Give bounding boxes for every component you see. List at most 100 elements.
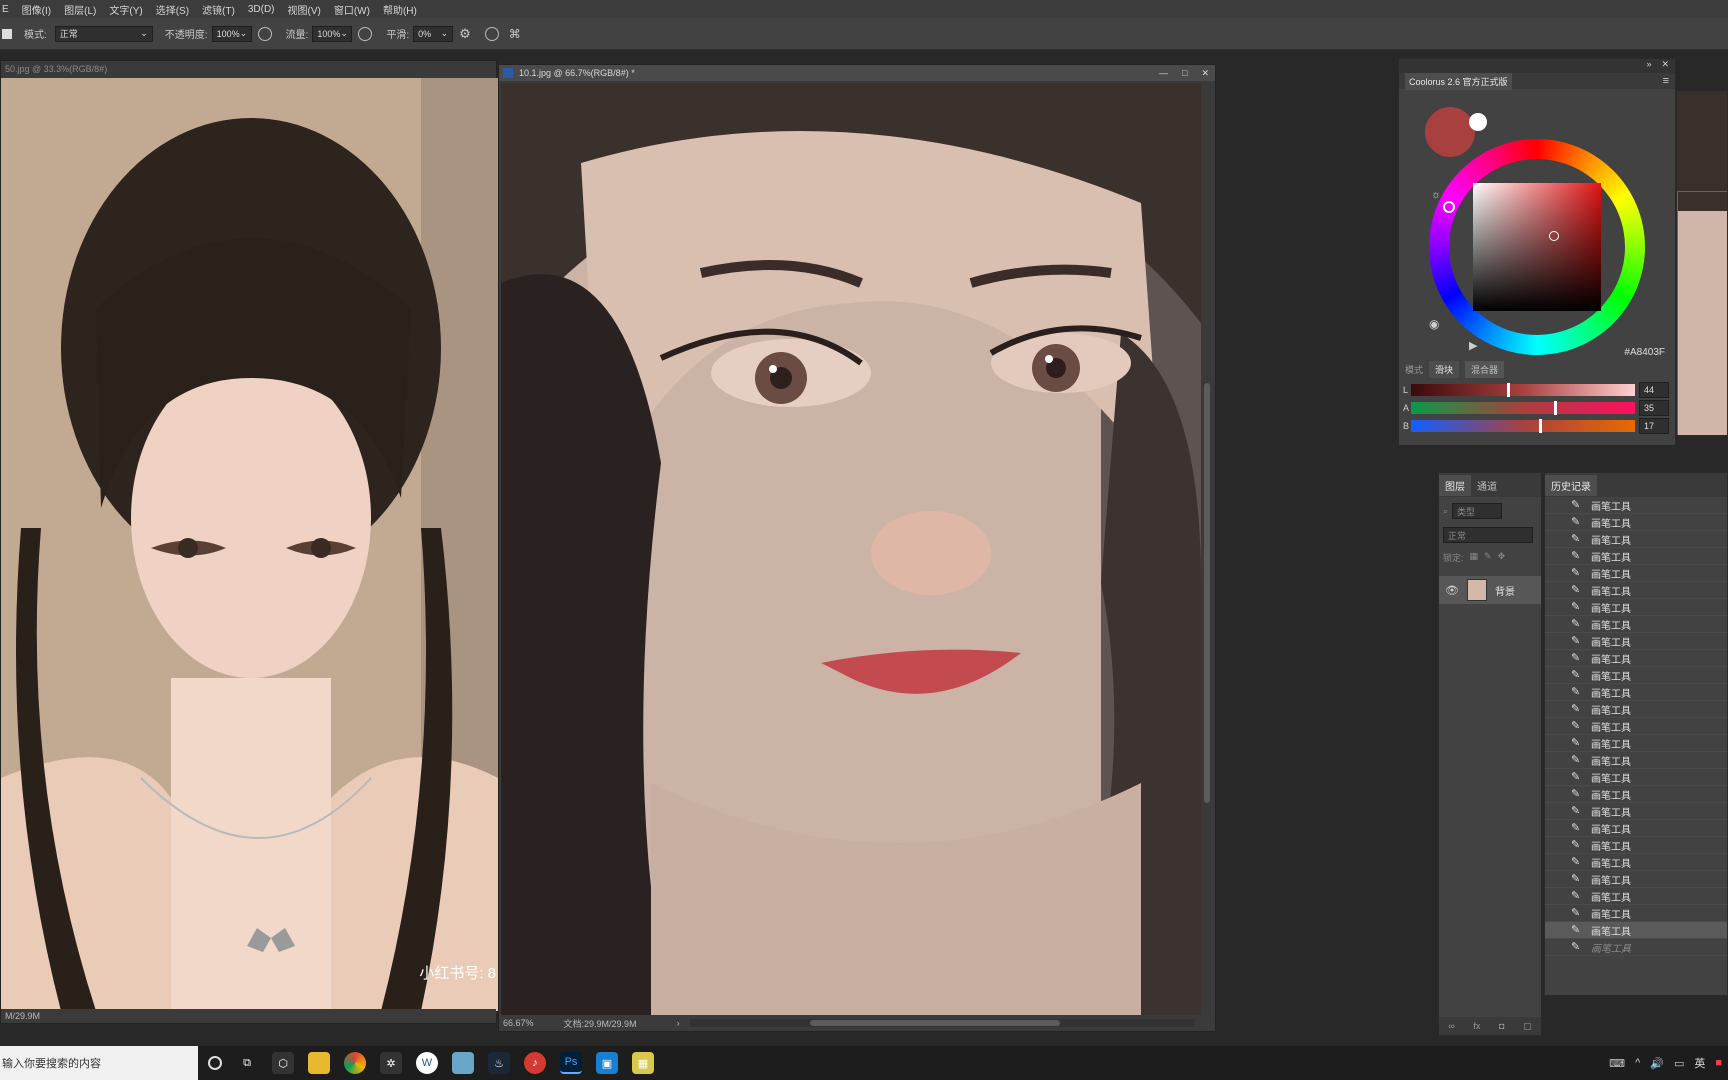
- opacity-field[interactable]: 100% ⌄: [211, 25, 252, 42]
- history-item[interactable]: ✎ 画笔工具: [1545, 548, 1727, 565]
- taskbar-search-input[interactable]: 输入你要搜索的内容: [0, 1046, 198, 1080]
- vertical-scrollbar[interactable]: [1201, 83, 1213, 1015]
- pressure-size-icon[interactable]: [484, 26, 499, 41]
- history-item[interactable]: ✎ 画笔工具: [1545, 718, 1727, 735]
- slider-b[interactable]: [1411, 419, 1635, 433]
- layer-row-background[interactable]: 👁 背景: [1439, 576, 1541, 604]
- history-item[interactable]: ✎ 画笔工具: [1545, 667, 1727, 684]
- menu-edit[interactable]: E: [2, 4, 9, 15]
- history-item[interactable]: ✎ 画笔工具: [1545, 871, 1727, 888]
- eye-icon[interactable]: 👁: [1445, 584, 1459, 597]
- navigator-thumbnail[interactable]: [1676, 90, 1728, 436]
- chevron-right-icon[interactable]: ›: [677, 1018, 680, 1028]
- history-item[interactable]: ✎ 画笔工具: [1545, 905, 1727, 922]
- menu-type[interactable]: 文字(Y): [109, 2, 142, 17]
- slider-a-thumb[interactable]: [1554, 401, 1558, 415]
- maximize-icon[interactable]: □: [1182, 68, 1187, 79]
- reference-document-window[interactable]: 50.jpg @ 33.3%(RGB/8#) 小红书号: 8 M/29.9M: [0, 60, 498, 1024]
- previous-color-swatch[interactable]: [1469, 113, 1487, 131]
- tray-volume-icon[interactable]: 🔊: [1650, 1057, 1664, 1070]
- history-item[interactable]: ✎ 画笔工具: [1545, 752, 1727, 769]
- settings-app-icon[interactable]: ✲: [380, 1052, 402, 1074]
- brush-preset-icon[interactable]: [2, 28, 12, 39]
- flow-field[interactable]: 100% ⌄: [312, 25, 353, 42]
- menu-layer[interactable]: 图层(L): [64, 2, 96, 17]
- menu-view[interactable]: 视图(V): [288, 2, 321, 17]
- minimize-icon[interactable]: —: [1159, 68, 1168, 79]
- cortana-icon[interactable]: [208, 1056, 222, 1070]
- main-document-title-bar[interactable]: 10.1.jpg @ 66.7%(RGB/8#) * — □ ✕: [499, 65, 1215, 81]
- slider-b-thumb[interactable]: [1538, 419, 1542, 433]
- layer-filter-select[interactable]: 类型: [1452, 503, 1503, 519]
- menu-window[interactable]: 窗口(W): [334, 2, 370, 17]
- slider-b-value[interactable]: 17: [1639, 418, 1669, 434]
- lock-paint-icon[interactable]: ✎: [1484, 551, 1492, 564]
- history-item[interactable]: ✎ 画笔工具: [1545, 582, 1727, 599]
- coolorus-tab[interactable]: Coolorus 2.6 官方正式版: [1405, 72, 1512, 90]
- hex-value[interactable]: #A8403F: [1624, 347, 1665, 358]
- history-item[interactable]: ✎ 画笔工具: [1545, 633, 1727, 650]
- mode-select[interactable]: 正常 ⌄: [54, 25, 153, 42]
- hue-wheel[interactable]: [1429, 139, 1645, 355]
- color-picker-marker[interactable]: [1549, 231, 1559, 241]
- tray-language[interactable]: 英: [1694, 1055, 1705, 1071]
- history-item[interactable]: ✎ 画笔工具: [1545, 684, 1727, 701]
- task-view-icon[interactable]: ⧉: [236, 1052, 258, 1074]
- main-document-window[interactable]: 10.1.jpg @ 66.7%(RGB/8#) * — □ ✕ 66.67% …: [498, 64, 1216, 1032]
- menu-image[interactable]: 图像(I): [22, 2, 51, 17]
- history-item[interactable]: ✎ 画笔工具: [1545, 735, 1727, 752]
- recorder-icon[interactable]: ▣: [596, 1052, 618, 1074]
- lock-move-icon[interactable]: ✥: [1498, 551, 1506, 564]
- history-item[interactable]: ✎ 画笔工具: [1545, 650, 1727, 667]
- history-item-undone[interactable]: ✎ 画笔工具: [1545, 939, 1727, 956]
- menu-3d[interactable]: 3D(D): [248, 4, 275, 15]
- history-item[interactable]: ✎ 画笔工具: [1545, 769, 1727, 786]
- tray-notify-icon[interactable]: ■: [1715, 1057, 1722, 1069]
- slider-l[interactable]: [1411, 383, 1635, 397]
- app-3d-icon[interactable]: ⬡: [272, 1052, 294, 1074]
- steam-icon[interactable]: ♨: [488, 1052, 510, 1074]
- menu-filter[interactable]: 滤镜(T): [202, 2, 235, 17]
- history-item[interactable]: ✎ 画笔工具: [1545, 888, 1727, 905]
- tray-network-icon[interactable]: ▭: [1674, 1057, 1684, 1070]
- menu-help[interactable]: 帮助(H): [383, 2, 417, 17]
- history-item[interactable]: ✎ 画笔工具: [1545, 497, 1727, 514]
- mask-icon[interactable]: ◘: [1499, 1021, 1504, 1031]
- history-item[interactable]: ✎ 画笔工具: [1545, 820, 1727, 837]
- history-item[interactable]: ✎ 画笔工具: [1545, 599, 1727, 616]
- history-item[interactable]: ✎ 画笔工具: [1545, 531, 1727, 548]
- netease-music-icon[interactable]: ♪: [524, 1052, 546, 1074]
- history-item[interactable]: ✎ 画笔工具: [1545, 803, 1727, 820]
- menu-select[interactable]: 选择(S): [156, 2, 189, 17]
- smoothing-field[interactable]: 0% ⌄: [413, 25, 454, 42]
- document-size[interactable]: 文档:29.9M/29.9M: [564, 1017, 637, 1030]
- history-item[interactable]: ✎ 画笔工具: [1545, 701, 1727, 718]
- slider-l-value[interactable]: 44: [1639, 382, 1669, 398]
- lock-transparent-icon[interactable]: ▦: [1470, 551, 1479, 564]
- symmetry-icon[interactable]: ⌘: [509, 27, 521, 41]
- slider-a-value[interactable]: 35: [1639, 400, 1669, 416]
- zoom-level[interactable]: 66.67%: [503, 1018, 534, 1028]
- slider-l-thumb[interactable]: [1507, 383, 1511, 397]
- word-icon[interactable]: W: [416, 1052, 438, 1074]
- tab-layers[interactable]: 图层: [1439, 474, 1471, 496]
- collapse-icon[interactable]: »: [1646, 59, 1651, 73]
- slider-a[interactable]: [1411, 401, 1635, 415]
- pressure-opacity-icon[interactable]: [257, 26, 272, 41]
- panel-close-icon[interactable]: ✕: [1661, 59, 1669, 73]
- palette-icon[interactable]: ◉: [1429, 317, 1439, 331]
- tray-up-icon[interactable]: ^: [1635, 1057, 1640, 1069]
- sun-icon[interactable]: ☼: [1431, 189, 1441, 201]
- color-wheel-area[interactable]: ☼ ◉ ▶ #A8403F: [1399, 89, 1675, 358]
- new-layer-icon[interactable]: ▢: [1523, 1021, 1532, 1032]
- history-item-selected[interactable]: ✎ 画笔工具: [1545, 922, 1727, 939]
- panel-menu-icon[interactable]: ≡: [1663, 75, 1669, 87]
- history-item[interactable]: ✎ 画笔工具: [1545, 786, 1727, 803]
- document-tab[interactable]: 50.jpg @ 33.3%(RGB/8#): [1, 61, 496, 77]
- saturation-value-square[interactable]: [1473, 183, 1601, 311]
- tab-history[interactable]: 历史记录: [1545, 474, 1597, 496]
- hue-marker[interactable]: [1443, 201, 1455, 213]
- paint-icon[interactable]: ▦: [632, 1052, 654, 1074]
- history-item[interactable]: ✎ 画笔工具: [1545, 565, 1727, 582]
- layer-blend-select[interactable]: 正常: [1443, 527, 1533, 543]
